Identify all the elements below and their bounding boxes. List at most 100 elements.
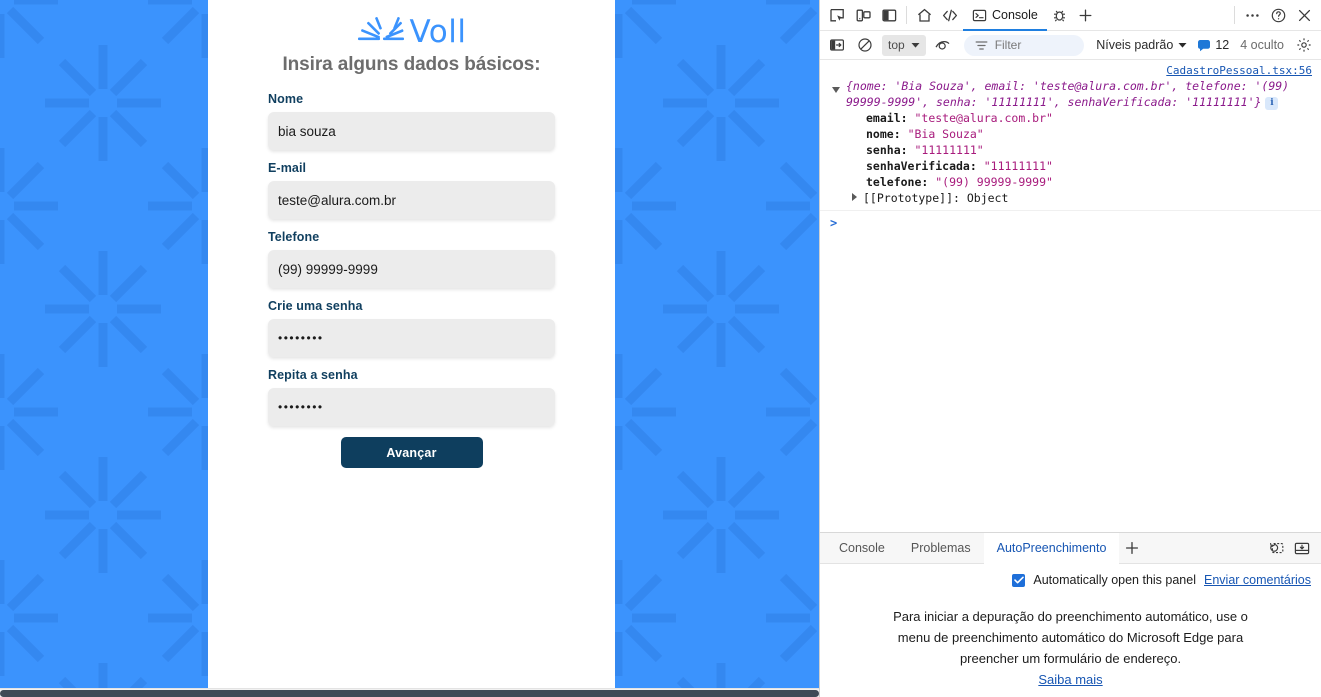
more-options-icon[interactable] [1239,2,1265,28]
autofill-message-text: Para iniciar a depuração do preenchiment… [893,609,1248,666]
dock-side-icon[interactable] [876,2,902,28]
avancar-button[interactable]: Avançar [340,437,483,468]
console-output[interactable]: CadastroPessoal.tsx:56 {nome: 'Bia Souza… [820,60,1321,533]
input-telefone[interactable] [268,250,555,288]
registration-form: Voll Insira alguns dados básicos: Nome E… [208,0,615,688]
message-bubble-icon [1198,39,1211,51]
drawer-tab-autopreenchimento[interactable]: AutoPreenchimento [983,532,1120,564]
console-object-preview: {nome: 'Bia Souza', email: 'teste@alura.… [846,78,1313,110]
field-label-email: E-mail [268,161,307,175]
log-levels-dropdown[interactable]: Níveis padrão [1092,38,1191,52]
console-object-preview-text: {nome: 'Bia Souza', email: 'teste@alura.… [846,79,1290,109]
input-nome[interactable] [268,112,555,150]
drawer-tab-console[interactable]: Console [826,533,898,564]
brand-logo: Voll [357,10,467,52]
console-filter-placeholder: Filter [994,38,1022,52]
clear-console-icon[interactable] [852,32,878,58]
form-fields: Nome E-mail Telefone Crie uma senha Repi [268,92,555,468]
autofill-options-row: Automatically open this panel Enviar com… [820,564,1321,594]
property-key: email: [866,111,908,125]
field-senha-verificada: Repita a senha [268,368,555,426]
property-key: senhaVerificada: [866,159,977,173]
console-filter-input[interactable]: Filter [963,34,1085,56]
devtools-toolbar: Console [820,0,1321,31]
elements-code-icon[interactable] [937,2,963,28]
object-property-row: nome: "Bia Souza" [846,126,1313,142]
property-key: telefone: [866,175,929,189]
toolbar-divider [906,6,907,24]
field-email: E-mail [268,161,555,219]
hidden-message-count[interactable]: 4 oculto [1235,38,1289,52]
filter-icon [975,40,988,50]
drawer-bottom-strip [820,690,1321,697]
page-horizontal-scrollbar[interactable] [0,688,819,697]
add-tool-plus-icon[interactable] [1073,2,1099,28]
input-email[interactable] [268,181,555,219]
console-prompt-caret: > [830,216,838,230]
prototype-label: [[Prototype]]: Object [863,191,1009,205]
dock-bottom-icon[interactable] [1289,535,1315,561]
drawer-tab-problemas[interactable]: Problemas [898,533,984,564]
send-feedback-link[interactable]: Enviar comentários [1204,573,1311,587]
object-prototype-row[interactable]: [[Prototype]]: Object [846,190,1313,206]
checkmark-icon [1014,576,1024,584]
page-scrollbar-thumb[interactable] [0,690,819,697]
log-levels-label: Níveis padrão [1096,38,1174,52]
console-prompt[interactable]: > [820,211,1321,235]
message-count-value: 12 [1215,38,1230,52]
auto-open-checkbox[interactable] [1012,573,1026,587]
property-value: "teste@alura.com.br" [914,111,1053,125]
object-property-row: telefone: "(99) 99999-9999" [846,174,1313,190]
field-label-nome: Nome [268,92,304,106]
help-icon[interactable] [1265,2,1291,28]
input-senha-verificada[interactable] [268,388,555,426]
screen: Voll Insira alguns dados básicos: Nome E… [0,0,1321,697]
toolbar-divider-2 [1234,6,1235,24]
issues-bug-icon[interactable] [1047,2,1073,28]
autofill-panel: Automatically open this panel Enviar com… [820,564,1321,697]
console-icon [972,9,987,21]
tab-console[interactable]: Console [963,0,1047,31]
console-log-entry[interactable]: CadastroPessoal.tsx:56 {nome: 'Bia Souza… [820,60,1321,211]
field-nome: Nome [268,92,555,150]
learn-more-link[interactable]: Saiba mais [1038,672,1102,687]
devtools-panel: Console top Filter Níveis padrão 12 4 oc… [819,0,1321,697]
console-filter-bar: top Filter Níveis padrão 12 4 oculto [820,31,1321,60]
autofill-message: Para iniciar a depuração do preenchiment… [820,594,1321,690]
tab-console-label: Console [992,8,1038,22]
property-key: senha: [866,143,908,157]
property-key: nome: [866,127,901,141]
execution-context-value: top [888,38,905,52]
chevron-down-icon [911,42,920,48]
field-senha: Crie uma senha [268,299,555,357]
brand-name: Voll [409,13,467,50]
live-expression-eye-icon[interactable] [930,32,956,58]
property-value: "11111111" [914,143,984,157]
chevron-down-icon-levels [1178,42,1187,48]
expand-object-triangle[interactable] [832,87,840,93]
console-sidebar-icon[interactable] [824,32,850,58]
execution-context-select[interactable]: top [882,34,926,56]
voll-sunburst-icon [357,17,404,41]
restore-drawer-icon[interactable] [1263,535,1289,561]
field-label-telefone: Telefone [268,230,320,244]
expand-prototype-triangle[interactable] [852,193,857,201]
input-senha[interactable] [268,319,555,357]
home-icon[interactable] [911,2,937,28]
close-devtools-icon[interactable] [1291,2,1317,28]
field-label-senha: Crie uma senha [268,299,363,313]
auto-open-label[interactable]: Automatically open this panel [1033,573,1196,587]
object-property-row: email: "teste@alura.com.br" [846,110,1313,126]
inspect-element-icon[interactable] [824,2,850,28]
console-settings-gear-icon[interactable] [1291,32,1317,58]
property-value: "(99) 99999-9999" [935,175,1053,189]
info-badge-icon[interactable]: i [1265,97,1279,110]
device-toolbar-icon[interactable] [850,2,876,28]
console-source-link[interactable]: CadastroPessoal.tsx:56 [1166,64,1312,77]
drawer-add-tab-icon[interactable] [1119,535,1145,561]
object-property-row: senha: "11111111" [846,142,1313,158]
field-telefone: Telefone [268,230,555,288]
drawer-tab-bar: Console Problemas AutoPreenchimento [820,532,1321,564]
message-count[interactable]: 12 [1193,38,1233,52]
property-value: "11111111" [983,159,1053,173]
